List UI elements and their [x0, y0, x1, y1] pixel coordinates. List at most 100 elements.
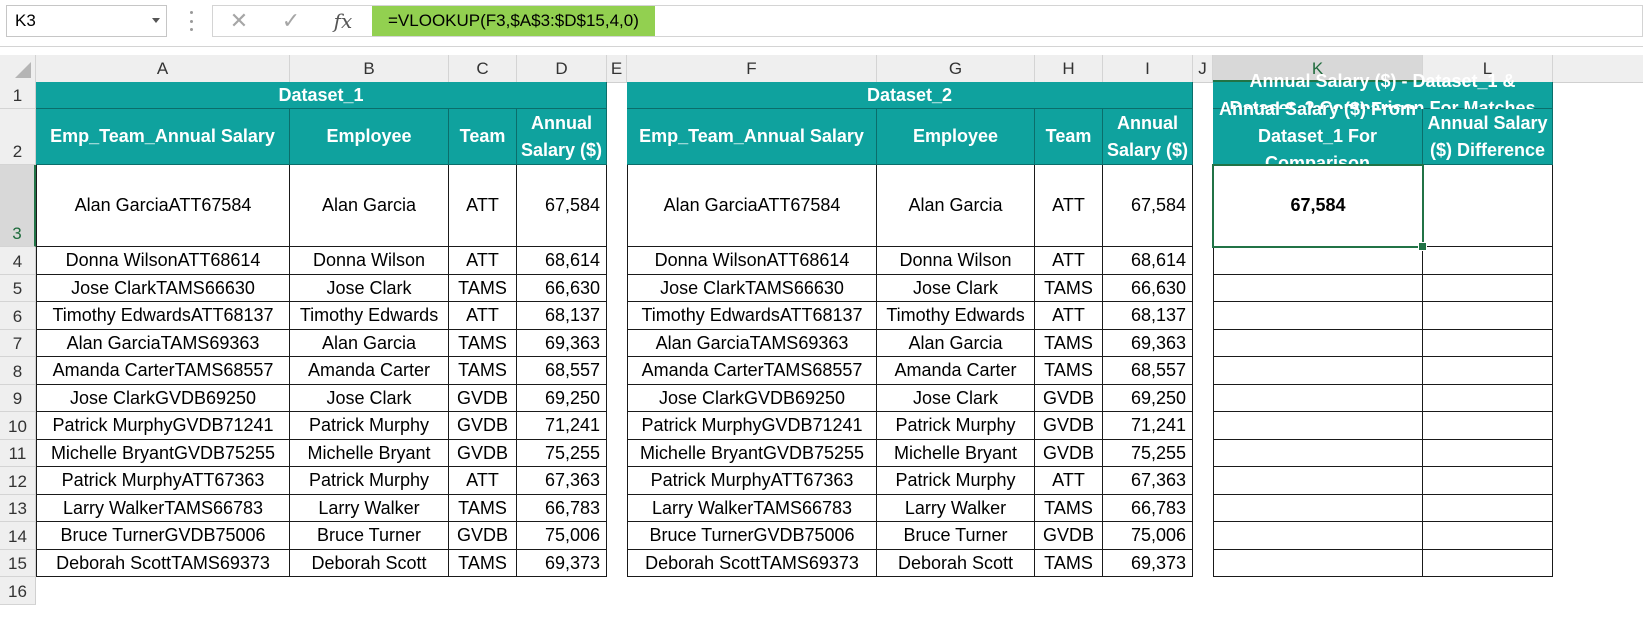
select-all-button[interactable] — [0, 55, 36, 82]
dataset2-cell[interactable]: 75,006 — [1103, 522, 1193, 550]
dataset2-cell[interactable]: GVDB — [1035, 412, 1103, 440]
dataset1-cell[interactable]: Alan Garcia — [290, 165, 449, 247]
dataset1-cell[interactable]: Deborah ScottTAMS69373 — [36, 550, 290, 577]
column-header-I[interactable]: I — [1103, 55, 1193, 82]
dataset1-cell[interactable]: Larry Walker — [290, 495, 449, 522]
difference-cell[interactable] — [1423, 440, 1553, 467]
row-header-15[interactable]: 15 — [0, 550, 36, 577]
dataset1-cell[interactable]: 66,783 — [517, 495, 607, 522]
dataset1-cell[interactable]: Amanda Carter — [290, 357, 449, 385]
difference-cell[interactable] — [1423, 357, 1553, 385]
row-header-13[interactable]: 13 — [0, 495, 36, 522]
dataset1-cell[interactable]: Patrick Murphy — [290, 412, 449, 440]
dataset1-header-3[interactable]: Annual Salary ($) — [517, 109, 607, 165]
dataset2-cell[interactable]: Amanda Carter — [877, 357, 1035, 385]
chevron-down-icon[interactable] — [152, 18, 160, 23]
formula-input[interactable]: =VLOOKUP(F3,$A$3:$D$15,4,0) — [372, 5, 1643, 37]
column-header-D[interactable]: D — [517, 55, 607, 82]
row-header-6[interactable]: 6 — [0, 302, 36, 330]
dataset2-cell[interactable]: Timothy EdwardsATT68137 — [627, 302, 877, 330]
dataset2-cell[interactable]: Patrick Murphy — [877, 467, 1035, 495]
dataset1-cell[interactable]: 68,557 — [517, 357, 607, 385]
dataset1-cell[interactable]: GVDB — [449, 440, 517, 467]
dataset1-cell[interactable]: GVDB — [449, 412, 517, 440]
dataset1-cell[interactable]: 69,363 — [517, 330, 607, 357]
dataset2-cell[interactable]: GVDB — [1035, 440, 1103, 467]
dataset2-cell[interactable]: Patrick MurphyATT67363 — [627, 467, 877, 495]
comparison-cell[interactable] — [1213, 440, 1423, 467]
dataset2-cell[interactable]: 66,783 — [1103, 495, 1193, 522]
comparison-cell[interactable] — [1213, 330, 1423, 357]
column-header-H[interactable]: H — [1035, 55, 1103, 82]
dataset1-cell[interactable]: 68,614 — [517, 247, 607, 275]
column-header-C[interactable]: C — [449, 55, 517, 82]
row-header-11[interactable]: 11 — [0, 440, 36, 467]
column-header-E[interactable]: E — [607, 55, 627, 82]
dataset1-cell[interactable]: Bruce TurnerGVDB75006 — [36, 522, 290, 550]
dataset2-cell[interactable]: GVDB — [1035, 385, 1103, 412]
dataset1-cell[interactable]: Jose Clark — [290, 275, 449, 302]
dataset1-cell[interactable]: Jose ClarkGVDB69250 — [36, 385, 290, 412]
difference-cell[interactable] — [1423, 550, 1553, 577]
dataset1-cell[interactable]: GVDB — [449, 385, 517, 412]
dataset2-cell[interactable]: 68,614 — [1103, 247, 1193, 275]
difference-cell[interactable] — [1423, 165, 1553, 247]
dataset2-cell[interactable]: ATT — [1035, 247, 1103, 275]
dataset2-cell[interactable]: 69,363 — [1103, 330, 1193, 357]
comparison-cell[interactable] — [1213, 522, 1423, 550]
comparison-cell[interactable] — [1213, 467, 1423, 495]
dataset2-cell[interactable]: ATT — [1035, 302, 1103, 330]
dataset1-cell[interactable]: 75,255 — [517, 440, 607, 467]
dataset1-cell[interactable]: 69,250 — [517, 385, 607, 412]
difference-cell[interactable] — [1423, 385, 1553, 412]
dataset2-cell[interactable]: 66,630 — [1103, 275, 1193, 302]
dataset2-cell[interactable]: Larry WalkerTAMS66783 — [627, 495, 877, 522]
dataset1-cell[interactable]: Michelle BryantGVDB75255 — [36, 440, 290, 467]
dataset1-cell[interactable]: 66,630 — [517, 275, 607, 302]
comparison-cell[interactable] — [1213, 247, 1423, 275]
dataset2-cell[interactable]: ATT — [1035, 165, 1103, 247]
dataset2-cell[interactable]: Jose ClarkGVDB69250 — [627, 385, 877, 412]
dataset1-header-2[interactable]: Team — [449, 109, 517, 165]
dataset1-cell[interactable]: GVDB — [449, 522, 517, 550]
dataset1-cell[interactable]: Patrick MurphyATT67363 — [36, 467, 290, 495]
row-header-12[interactable]: 12 — [0, 467, 36, 495]
dataset1-cell[interactable]: Jose Clark — [290, 385, 449, 412]
dataset2-cell[interactable]: 68,557 — [1103, 357, 1193, 385]
dataset1-cell[interactable]: ATT — [449, 302, 517, 330]
difference-cell[interactable] — [1423, 275, 1553, 302]
row-header-9[interactable]: 9 — [0, 385, 36, 412]
dataset1-cell[interactable]: Donna Wilson — [290, 247, 449, 275]
dataset1-cell[interactable]: Larry WalkerTAMS66783 — [36, 495, 290, 522]
dataset2-cell[interactable]: TAMS — [1035, 275, 1103, 302]
difference-cell[interactable] — [1423, 412, 1553, 440]
difference-cell[interactable] — [1423, 247, 1553, 275]
row-header-14[interactable]: 14 — [0, 522, 36, 550]
row-header-4[interactable]: 4 — [0, 247, 36, 275]
comparison-cell[interactable] — [1213, 495, 1423, 522]
dataset1-cell[interactable]: 67,363 — [517, 467, 607, 495]
row-header-5[interactable]: 5 — [0, 275, 36, 302]
dataset2-cell[interactable]: Timothy Edwards — [877, 302, 1035, 330]
dataset2-cell[interactable]: TAMS — [1035, 330, 1103, 357]
dataset1-cell[interactable]: Timothy EdwardsATT68137 — [36, 302, 290, 330]
dataset1-cell[interactable]: TAMS — [449, 495, 517, 522]
dataset2-cell[interactable]: 75,255 — [1103, 440, 1193, 467]
difference-cell[interactable] — [1423, 495, 1553, 522]
dataset1-cell[interactable]: 67,584 — [517, 165, 607, 247]
dataset2-cell[interactable]: Bruce Turner — [877, 522, 1035, 550]
dataset1-cell[interactable]: Patrick MurphyGVDB71241 — [36, 412, 290, 440]
dataset2-cell[interactable]: Alan Garcia — [877, 165, 1035, 247]
dataset2-cell[interactable]: Alan GarciaTAMS69363 — [627, 330, 877, 357]
column-header-A[interactable]: A — [36, 55, 290, 82]
dataset1-cell[interactable]: Donna WilsonATT68614 — [36, 247, 290, 275]
dataset1-cell[interactable]: TAMS — [449, 550, 517, 577]
column-header-B[interactable]: B — [290, 55, 449, 82]
cell-K3[interactable]: 67,584 — [1213, 165, 1423, 247]
comparison-cell[interactable] — [1213, 302, 1423, 330]
dataset1-cell[interactable]: TAMS — [449, 357, 517, 385]
dataset1-cell[interactable]: Michelle Bryant — [290, 440, 449, 467]
row-header-16[interactable]: 16 — [0, 577, 36, 605]
dataset1-cell[interactable]: 69,373 — [517, 550, 607, 577]
dataset2-cell[interactable]: 67,363 — [1103, 467, 1193, 495]
